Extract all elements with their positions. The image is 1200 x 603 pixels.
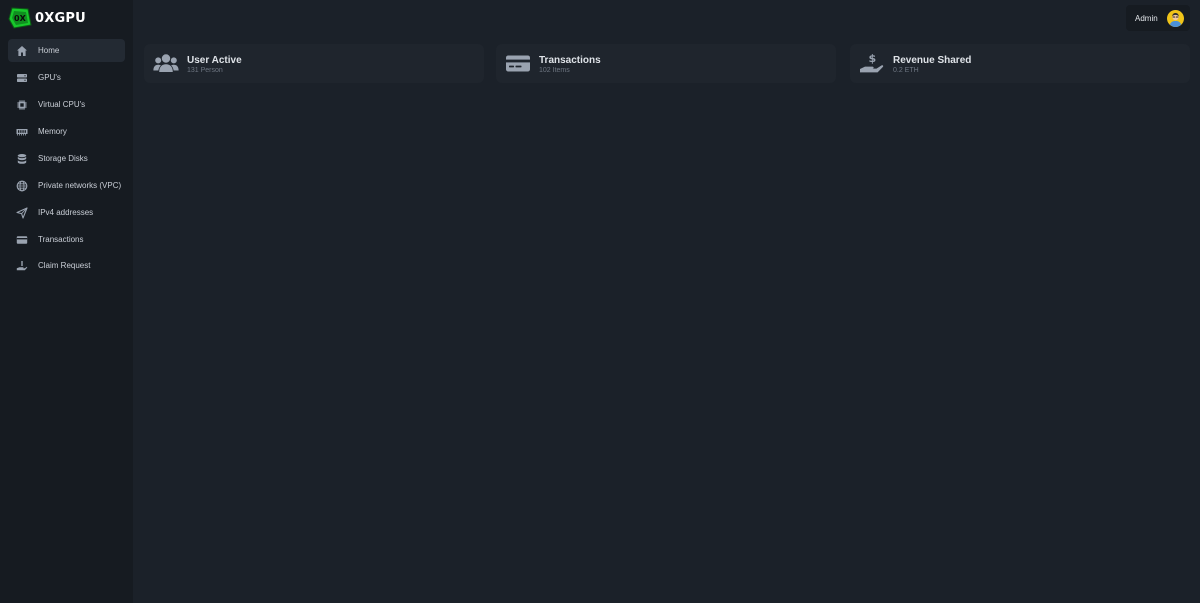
- user-menu[interactable]: Admin: [1126, 5, 1190, 31]
- sidebar-item-label: IPv4 addresses: [38, 208, 94, 217]
- sidebar-item-label: Storage Disks: [38, 154, 88, 163]
- sidebar-item-gpus[interactable]: GPU's: [8, 66, 125, 89]
- stat-title: User Active: [187, 55, 242, 66]
- brand-name: 0XGPU: [35, 10, 86, 26]
- sidebar-item-label: Claim Request: [38, 261, 91, 270]
- avatar[interactable]: [1166, 9, 1184, 27]
- send-icon: [16, 206, 28, 219]
- stat-value: 131 Person: [187, 67, 223, 74]
- sidebar-item-claim-request[interactable]: Claim Request: [8, 254, 125, 277]
- memory-icon: [16, 126, 28, 138]
- hand-icon: [16, 260, 28, 272]
- sidebar-item-label: Virtual CPU's: [38, 100, 86, 109]
- sidebar-item-label: Private networks (VPC): [38, 181, 122, 190]
- brand-logo: 0X: [8, 7, 32, 29]
- sidebar-item-memory[interactable]: Memory: [8, 120, 125, 143]
- stat-value: 0.2 ETH: [893, 67, 919, 74]
- brand[interactable]: 0X 0XGPU: [8, 7, 86, 29]
- sidebar-item-home[interactable]: Home: [8, 39, 125, 62]
- database-icon: [16, 153, 28, 165]
- stat-card-revenue-shared: $ Revenue Shared 0.2 ETH: [850, 44, 1190, 83]
- sidebar-item-transactions[interactable]: Transactions: [8, 228, 125, 251]
- credit-card-icon: [505, 52, 531, 75]
- sidebar-item-private-networks[interactable]: Private networks (VPC): [8, 174, 125, 197]
- stat-card-transactions: Transactions 102 Items: [496, 44, 836, 83]
- sidebar-item-label: Home: [38, 46, 60, 55]
- sidebar-item-ipv4-addresses[interactable]: IPv4 addresses: [8, 201, 125, 224]
- globe-icon: [16, 180, 28, 192]
- svg-text:$: $: [869, 52, 877, 65]
- sidebar-item-label: Transactions: [38, 235, 84, 244]
- app-root: 0X 0XGPU Home GPU's Virtual CPU's Memory…: [0, 0, 1200, 603]
- server-icon: [16, 72, 28, 84]
- home-icon: [16, 45, 28, 57]
- stat-title: Transactions: [539, 55, 601, 66]
- sidebar-item-storage-disks[interactable]: Storage Disks: [8, 147, 125, 170]
- stat-title: Revenue Shared: [893, 55, 972, 66]
- stat-value: 102 Items: [539, 67, 570, 74]
- svg-text:0X: 0X: [14, 14, 27, 23]
- users-icon: [153, 52, 179, 75]
- credit-card-icon: [16, 234, 28, 246]
- sidebar-item-virtual-cpus[interactable]: Virtual CPU's: [8, 93, 125, 116]
- sidebar-item-label: GPU's: [38, 73, 61, 82]
- sidebar-item-label: Memory: [38, 127, 67, 136]
- sidebar: 0X 0XGPU Home GPU's Virtual CPU's Memory…: [0, 0, 133, 603]
- hand-dollar-icon: $: [859, 52, 885, 75]
- user-name: Admin: [1135, 13, 1158, 23]
- stat-card-user-active: User Active 131 Person: [144, 44, 484, 83]
- cpu-icon: [16, 99, 28, 111]
